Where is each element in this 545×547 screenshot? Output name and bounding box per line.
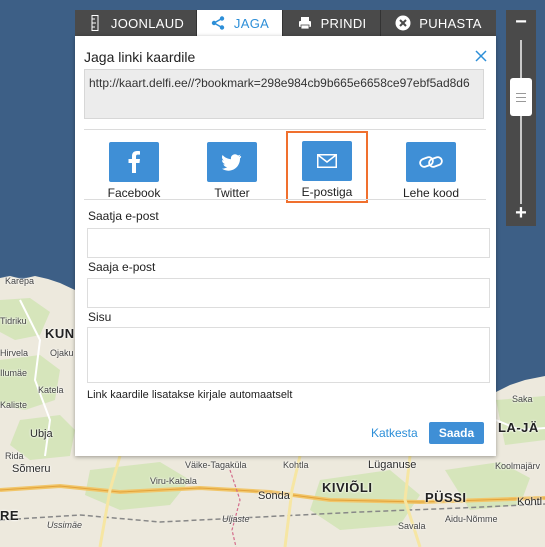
recipient-email-field[interactable] [87,278,490,308]
map-label: Tidriku [0,316,27,326]
send-button[interactable]: Saada [429,422,484,444]
toolbar-tabs: JOONLAUD JAGA PRINDI PUHASTA [75,10,496,36]
message-field[interactable] [87,327,490,383]
share-icon [210,15,226,31]
tab-label: PUHASTA [419,15,482,31]
printer-icon [297,15,313,31]
clear-icon [395,15,411,31]
tab-label: JOONLAUD [110,15,185,31]
map-label: Ojaku [50,348,74,358]
close-icon[interactable] [473,48,489,64]
share-label: E-postiga [301,185,353,199]
map-label: PÜSSI [425,490,467,505]
recipient-email-label: Saaja e-post [88,260,156,274]
sender-email-field[interactable] [87,228,490,258]
email-icon [302,141,352,181]
map-label: LA-JÄ [498,420,539,435]
zoom-slider-track[interactable] [520,40,522,204]
map-label: Saka [512,394,533,404]
link-icon [406,142,456,182]
map-label: Aidu-Nõmme [445,514,498,524]
share-label: Twitter [214,186,250,200]
share-embed-button[interactable]: Lehe kood [390,139,472,201]
map-label: Kohtla [283,460,309,470]
tab-ruler[interactable]: JOONLAUD [75,10,197,36]
map-label: KUN [45,326,75,341]
share-email-button[interactable]: E-postiga [286,131,368,203]
facebook-icon [109,142,159,182]
map-label: Ilumäe [0,368,28,378]
cancel-link[interactable]: Katkesta [371,426,418,440]
zoom-in-button[interactable]: + [506,202,536,224]
map-label: Lüganuse [368,459,417,471]
zoom-out-button[interactable]: − [506,11,536,33]
divider [84,129,486,130]
zoom-control: − + [506,10,536,226]
map-label: Uljaste [222,514,250,524]
map-label: Ubja [30,428,53,440]
zoom-slider-handle[interactable] [510,78,532,116]
dialog-title: Jaga linki kaardile [84,49,196,65]
map-label: Katela [38,385,64,395]
map-label: Sonda [258,490,290,502]
divider [84,199,486,200]
map-label: Ussimäe [47,520,83,530]
map-label: KIVIÕLI [322,480,373,495]
map-label: Viru-Kabala [150,476,197,486]
twitter-icon [207,142,257,182]
share-twitter-button[interactable]: Twitter [191,139,273,201]
map-label: Karepa [5,276,35,286]
share-dialog: Jaga linki kaardile http://kaart.delfi.e… [75,36,496,456]
share-label: Facebook [107,186,161,200]
tab-print[interactable]: PRINDI [283,10,381,36]
map-label: Sõmeru [12,463,51,475]
tab-clear[interactable]: PUHASTA [381,10,496,36]
share-url-field[interactable]: http://kaart.delfi.ee//?bookmark=298e984… [84,69,484,119]
map-label: RE [0,508,20,523]
auto-link-note: Link kaardile lisatakse kirjale automaat… [87,389,293,401]
map-label: Hirvela [0,348,29,358]
map-label: Rida [5,451,24,461]
tab-label: JAGA [233,15,270,31]
sender-email-label: Saatja e-post [88,209,159,223]
map-label: Kohtl [517,496,543,508]
map-label: Väike-Tagaküla [185,460,247,470]
tab-share[interactable]: JAGA [197,10,283,36]
share-facebook-button[interactable]: Facebook [93,139,175,201]
map-label: Koolmajärv [495,461,541,471]
map-label: Kaliste [0,400,28,410]
message-label: Sisu [88,310,112,324]
map-label: Savala [398,521,426,531]
ruler-icon [87,15,103,31]
tab-label: PRINDI [320,15,367,31]
share-label: Lehe kood [402,186,460,200]
share-options: Facebook Twitter E-postiga Lehe kood [84,131,486,203]
